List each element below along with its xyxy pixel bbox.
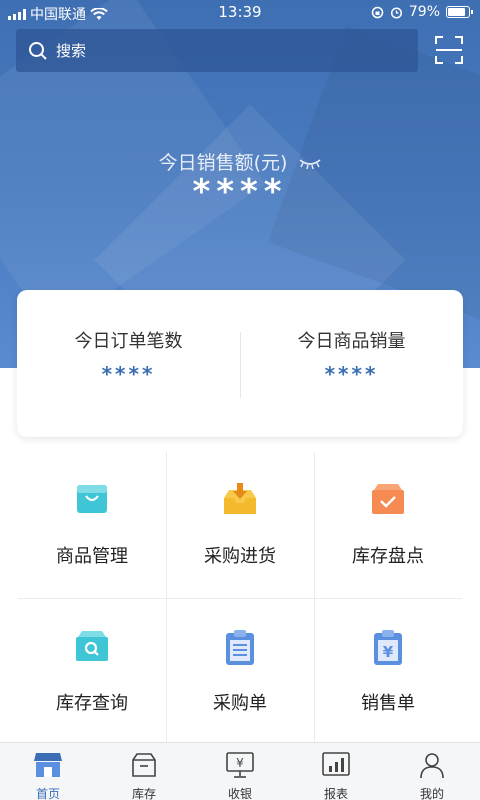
clipboard-list-icon — [226, 630, 254, 665]
grid-item-label: 库存盘点 — [352, 546, 424, 567]
clipboard-yen-icon: ¥ — [374, 630, 402, 665]
tab-label: 库存 — [131, 787, 156, 800]
tab-label: 收银 — [227, 787, 252, 800]
scan-icon[interactable] — [434, 35, 464, 65]
box-icon — [132, 753, 156, 777]
svg-text:¥: ¥ — [236, 756, 244, 770]
tab-cashier[interactable]: ¥ 收银 — [192, 743, 288, 800]
grid-item-label: 商品管理 — [56, 546, 128, 567]
rotation-lock-icon — [371, 6, 384, 18]
grid-item-label: 采购单 — [213, 693, 267, 714]
shopping-bag-icon — [77, 485, 107, 513]
search-icon — [29, 41, 47, 60]
tab-label: 报表 — [323, 787, 348, 800]
status-right: 79% — [371, 4, 473, 20]
eye-closed-icon[interactable] — [299, 158, 321, 170]
stat-value: **** — [101, 362, 156, 386]
grid-item-purchase-order[interactable]: 采购单 — [166, 599, 314, 744]
grid-item-inventory-query[interactable]: 库存查询 — [18, 599, 166, 744]
box-search-icon — [76, 631, 108, 661]
bar-chart-icon — [322, 752, 350, 776]
sales-label-text: 今日销售额(元) — [158, 152, 288, 174]
grid-item-label: 库存查询 — [56, 693, 128, 714]
stat-orders[interactable]: 今日订单笔数 **** — [17, 290, 240, 437]
battery-percent: 79% — [408, 4, 440, 20]
user-icon — [420, 753, 444, 779]
tab-home[interactable]: 首页 — [0, 743, 96, 800]
grid-item-inventory-check[interactable]: 库存盘点 — [314, 452, 462, 597]
function-grid: 商品管理 采购进货 库存盘点 库存查询 采购单 ¥ 销售单 — [18, 452, 462, 742]
battery-icon — [446, 6, 473, 18]
stat-label: 今日订单笔数 — [74, 331, 183, 352]
stat-product-sales[interactable]: 今日商品销量 **** — [240, 290, 463, 437]
tab-label: 首页 — [35, 787, 60, 800]
tab-label: 我的 — [419, 787, 444, 800]
grid-item-label: 采购进货 — [204, 546, 276, 567]
cashier-monitor-icon: ¥ — [226, 752, 254, 778]
bottom-tab-bar: 首页 库存 ¥ 收银 报表 我的 — [0, 742, 480, 800]
svg-text:¥: ¥ — [383, 643, 394, 661]
inbox-download-icon — [224, 483, 256, 514]
alarm-icon — [390, 6, 402, 19]
stat-label: 今日商品销量 — [297, 331, 406, 352]
sales-label: 今日销售额(元) — [0, 148, 480, 175]
search-placeholder: 搜索 — [56, 42, 87, 60]
stat-value: **** — [324, 362, 379, 386]
sales-value: **** — [192, 172, 288, 212]
search-bar[interactable]: 搜索 — [16, 29, 418, 72]
box-check-icon — [372, 484, 404, 514]
grid-item-purchase-stock-in[interactable]: 采购进货 — [166, 452, 314, 597]
grid-item-label: 销售单 — [361, 693, 415, 714]
tab-inventory[interactable]: 库存 — [96, 743, 192, 800]
stats-card: 今日订单笔数 **** 今日商品销量 **** — [17, 290, 463, 437]
grid-item-sales-order[interactable]: ¥ 销售单 — [314, 599, 462, 744]
grid-item-product-management[interactable]: 商品管理 — [18, 452, 166, 597]
status-bar: 中国联通 13:39 79% — [0, 0, 480, 26]
tab-profile[interactable]: 我的 — [384, 743, 480, 800]
store-icon — [34, 753, 62, 777]
tab-reports[interactable]: 报表 — [288, 743, 384, 800]
